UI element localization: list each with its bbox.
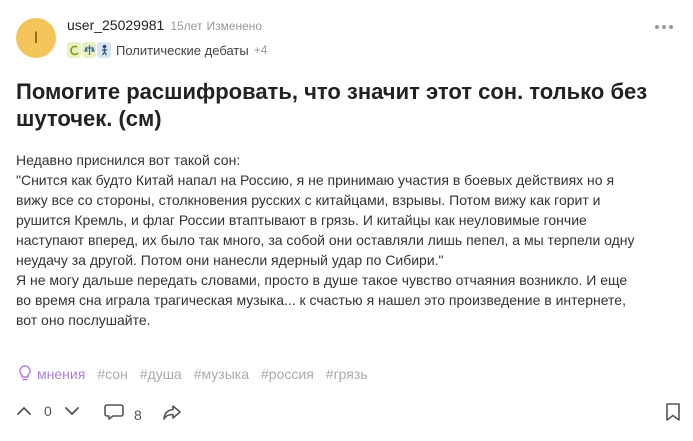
more-categories[interactable]: +4 xyxy=(254,43,268,57)
post-header: I user_25029981 15лет Изменено Политичес… xyxy=(16,17,677,61)
body-line: во время сна играла трагическая музыка..… xyxy=(16,292,626,308)
tag-opinions[interactable]: мнения xyxy=(16,364,85,385)
post-meta: user_25029981 15лет Изменено Политически… xyxy=(67,17,267,60)
person-icon xyxy=(97,42,111,58)
downvote-icon[interactable] xyxy=(64,401,80,421)
vote-count: 0 xyxy=(44,403,52,419)
comments-button[interactable]: 8 xyxy=(104,402,142,427)
post-actions: 0 8 xyxy=(16,401,681,423)
dove-icon xyxy=(67,42,81,58)
tag-link[interactable]: #россия xyxy=(261,366,314,382)
body-line: вот оно послушайте. xyxy=(16,312,151,328)
body-line: наступают вперед, их было так много, за … xyxy=(16,232,635,248)
username[interactable]: user_25029981 xyxy=(67,17,164,33)
bookmark-icon[interactable] xyxy=(665,402,681,427)
post-time: 15лет xyxy=(170,19,203,33)
avatar[interactable]: I xyxy=(16,18,56,58)
body-line: Я не могу дальше передать словами, прост… xyxy=(16,272,628,288)
share-icon[interactable] xyxy=(162,402,182,427)
post-title: Помогите расшифровать, что значит этот с… xyxy=(16,79,648,131)
more-options-icon[interactable] xyxy=(655,25,673,33)
tag-link[interactable]: #сон xyxy=(97,366,127,382)
comments-icon xyxy=(104,402,126,427)
edited-label: Изменено xyxy=(206,19,263,33)
body-line: неудачу за другой. Потом они нанесли яде… xyxy=(16,252,444,268)
post-body: Недавно приснился вот такой сон: "Снится… xyxy=(16,150,681,330)
vote-control: 0 xyxy=(16,401,80,421)
tag-link[interactable]: #грязь xyxy=(326,366,368,382)
category-link[interactable]: Политические дебаты xyxy=(116,43,249,58)
body-line: "Снится как будто Китай напал на Россию,… xyxy=(16,172,615,188)
upvote-icon[interactable] xyxy=(16,401,32,421)
tag-link[interactable]: #музыка xyxy=(194,366,249,382)
tag-link[interactable]: #душа xyxy=(140,366,182,382)
scales-icon xyxy=(82,42,96,58)
tags-row: мнения #сон #душа #музыка #россия #грязь xyxy=(16,364,368,384)
tag-opinions-label: мнения xyxy=(37,366,86,382)
category-badges xyxy=(67,42,111,58)
comments-count: 8 xyxy=(134,406,142,423)
body-line: Недавно приснился вот такой сон: xyxy=(16,152,241,168)
body-line: рушится Кремль, и флаг России втаптывают… xyxy=(16,212,587,228)
avatar-letter: I xyxy=(33,28,39,47)
body-line: вижу все со стороны, столкновения русски… xyxy=(16,192,601,208)
lightbulb-icon xyxy=(16,364,34,385)
